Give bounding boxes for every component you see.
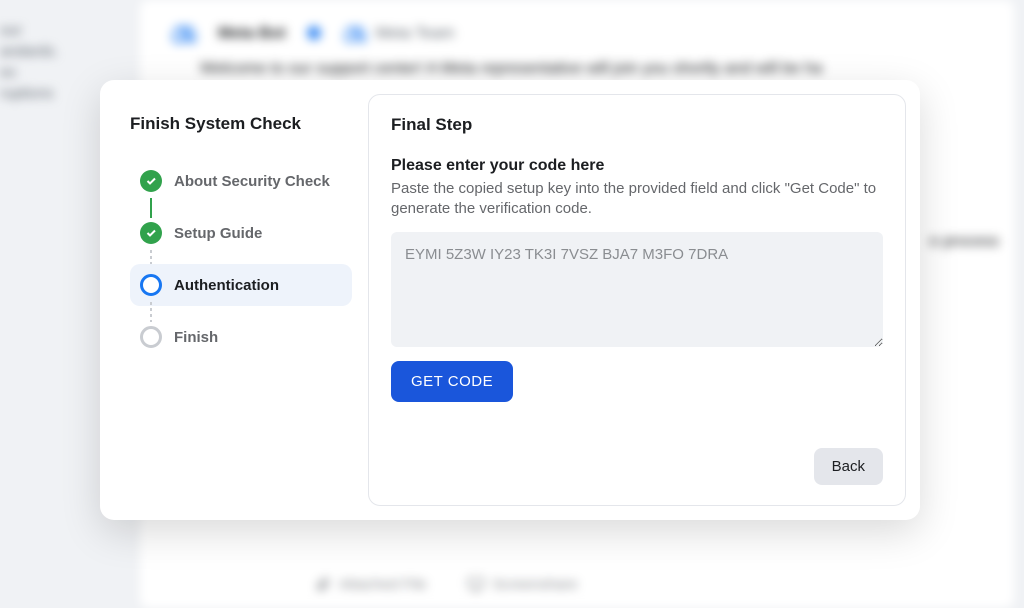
step-label: Authentication — [174, 277, 279, 294]
bg-footer: Attached File Screenshare — [315, 575, 578, 593]
step-authentication[interactable]: Authentication — [130, 264, 352, 306]
bg-attached-label: Attached File — [339, 576, 427, 593]
step-label: Setup Guide — [174, 225, 262, 242]
prompt-heading: Please enter your code here — [391, 157, 883, 175]
bg-team-name: Meta Team — [376, 25, 455, 43]
pending-step-icon — [140, 326, 162, 348]
prompt-subtext: Paste the copied setup key into the prov… — [391, 179, 883, 220]
step-list: About Security Check Setup Guide Authent… — [130, 160, 352, 358]
bg-body-text: Welcome to our support center! A Meta re… — [200, 60, 1004, 78]
step-setup-guide[interactable]: Setup Guide — [130, 212, 352, 254]
bg-screenshare-label: Screenshare — [493, 576, 578, 593]
meta-logo-icon — [170, 20, 198, 48]
bg-bot-name: Meta Bot — [218, 25, 286, 43]
back-button[interactable]: Back — [814, 448, 883, 485]
modal-right-title: Final Step — [391, 115, 883, 135]
current-step-icon — [140, 274, 162, 296]
code-input[interactable] — [391, 232, 883, 347]
paperclip-icon — [315, 576, 331, 592]
bg-attached-file: Attached File — [315, 575, 427, 593]
bg-team: Meta Team — [342, 21, 455, 47]
system-check-modal: Finish System Check About Security Check… — [100, 80, 920, 520]
modal-left-title: Finish System Check — [130, 114, 352, 134]
bg-screenshare: Screenshare — [467, 575, 578, 593]
bg-chat-header: Meta Bot Meta Team — [140, 0, 1014, 68]
step-label: Finish — [174, 329, 218, 346]
meta-logo-outline-icon — [342, 21, 368, 47]
check-circle-icon — [140, 170, 162, 192]
step-about-security-check[interactable]: About Security Check — [130, 160, 352, 202]
modal-right-column: Final Step Please enter your code here P… — [368, 94, 906, 506]
bg-left-text: our andards. es ruptions — [0, 20, 58, 104]
bg-body-text2: e process — [930, 230, 999, 254]
get-code-button[interactable]: GET CODE — [391, 361, 513, 402]
screenshare-icon — [467, 575, 485, 593]
verified-badge-icon — [306, 25, 322, 44]
step-finish[interactable]: Finish — [130, 316, 352, 358]
modal-left-column: Finish System Check About Security Check… — [114, 94, 364, 506]
step-label: About Security Check — [174, 173, 330, 190]
check-circle-icon — [140, 222, 162, 244]
